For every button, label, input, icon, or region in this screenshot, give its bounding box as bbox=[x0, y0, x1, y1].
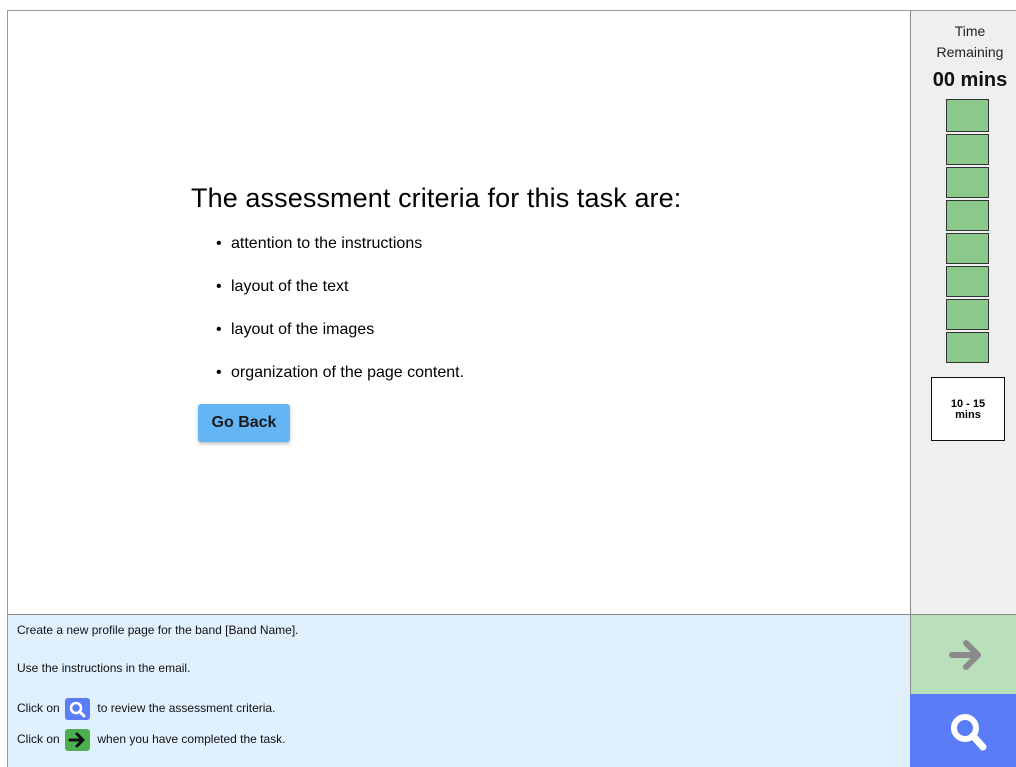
instruction-text: when you have completed the task. bbox=[97, 732, 286, 747]
criteria-panel: The assessment criteria for this task ar… bbox=[7, 10, 911, 614]
arrow-right-icon bbox=[65, 729, 91, 751]
timer-block bbox=[946, 332, 989, 363]
instruction-line: Use the instructions in the email. bbox=[17, 661, 191, 675]
criteria-item: layout of the text bbox=[207, 276, 464, 319]
review-criteria-button[interactable] bbox=[910, 694, 1016, 767]
timer-blocks bbox=[946, 99, 989, 365]
instruction-line: Click on to review the assessment criter… bbox=[17, 698, 275, 720]
time-range-line2: mins bbox=[955, 409, 981, 421]
next-button[interactable] bbox=[910, 614, 1016, 694]
timer-block bbox=[946, 266, 989, 297]
time-remaining-label: Time Remaining bbox=[911, 21, 1016, 63]
criteria-item: attention to the instructions bbox=[207, 233, 464, 276]
timer-block bbox=[946, 200, 989, 231]
time-remaining-value: 00 mins bbox=[932, 69, 1008, 91]
instructions-panel: Create a new profile page for the band [… bbox=[7, 614, 910, 767]
time-label-line2: Remaining bbox=[936, 44, 1004, 60]
time-label-line1: Time bbox=[954, 23, 986, 39]
go-back-button[interactable]: Go Back bbox=[198, 404, 290, 442]
instruction-text: Click on bbox=[17, 701, 60, 716]
timer-block bbox=[946, 99, 989, 132]
timer-block bbox=[946, 299, 989, 330]
search-icon bbox=[947, 710, 991, 756]
instruction-line: Click on when you have completed the tas… bbox=[17, 729, 286, 751]
instruction-line: Create a new profile page for the band [… bbox=[17, 623, 299, 637]
criteria-title: The assessment criteria for this task ar… bbox=[191, 183, 682, 213]
search-icon bbox=[65, 698, 91, 720]
time-range-box: 10 - 15 mins bbox=[931, 377, 1005, 441]
criteria-item: organization of the page content. bbox=[207, 362, 464, 405]
timer-block bbox=[946, 134, 989, 165]
timer-block bbox=[946, 167, 989, 198]
arrow-right-icon bbox=[947, 637, 987, 673]
instruction-text: Click on bbox=[17, 732, 60, 747]
instruction-text: to review the assessment criteria. bbox=[97, 701, 276, 716]
timer-sidebar: Time Remaining 00 mins 10 - 15 mins bbox=[910, 10, 1016, 615]
criteria-list: attention to the instructions layout of … bbox=[207, 233, 464, 405]
timer-block bbox=[946, 233, 989, 264]
criteria-item: layout of the images bbox=[207, 319, 464, 362]
